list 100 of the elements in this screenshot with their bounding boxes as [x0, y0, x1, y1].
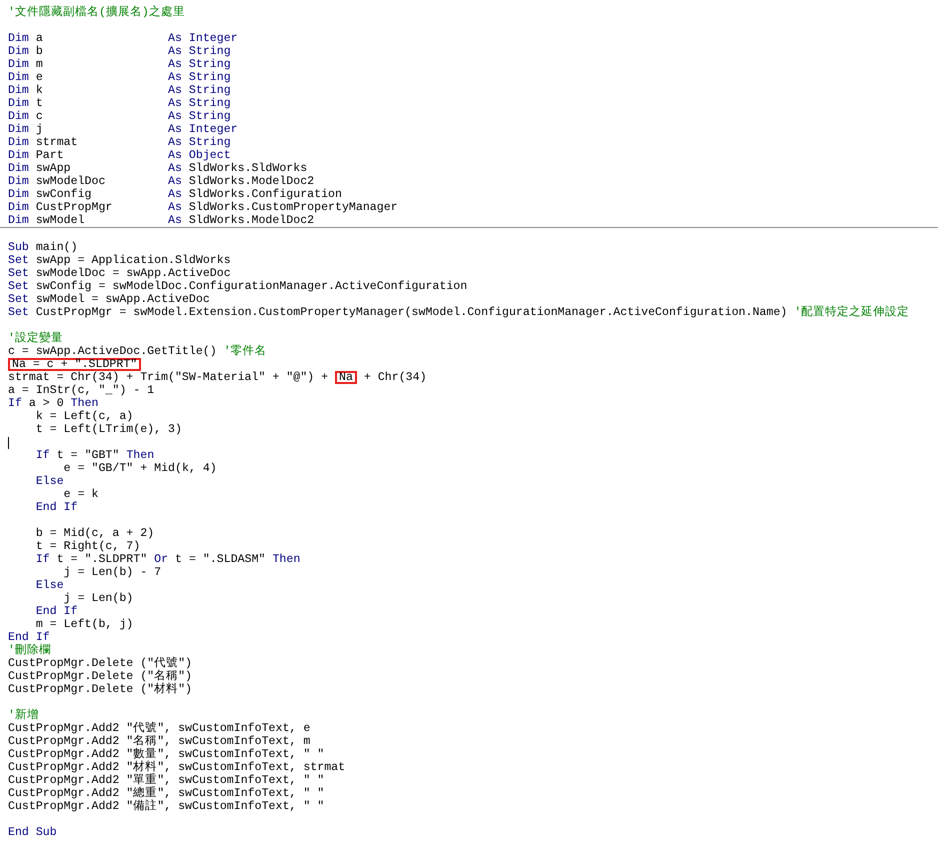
code-keyword: If [36, 449, 50, 462]
code-keyword: End Sub [8, 826, 57, 839]
code-text: swModel = swApp.ActiveDoc [36, 293, 210, 306]
code-comment: '設定變量 [8, 332, 63, 345]
code-text: t = "GBT" [56, 449, 120, 462]
code-keyword: Integer [188, 123, 238, 136]
code-keyword: Or [154, 553, 168, 566]
code-text: main() [36, 241, 78, 254]
code-text: a > 0 [28, 397, 64, 410]
code-text: SldWorks.ModelDoc2 [188, 175, 314, 188]
code-keyword: If [8, 397, 22, 410]
code-keyword: Then [272, 553, 300, 566]
code-keyword: Dim [8, 58, 29, 71]
highlighted-code: Na [335, 371, 357, 384]
code-keyword: Dim [8, 162, 29, 175]
code-keyword: Else [36, 475, 64, 488]
code-text: CustPropMgr.Delete ("材料") [8, 683, 192, 696]
code-text: CustPropMgr.Add2 "備註", swCustomInfoText, " " [8, 800, 324, 813]
code-keyword: Dim [8, 214, 29, 227]
code-text: t [36, 97, 43, 110]
code-keyword: String [188, 45, 231, 58]
code-keyword: String [188, 58, 231, 71]
code-keyword: Dim [8, 97, 29, 110]
code-text: strmat = Chr(34) + Trim("SW-Material" + "@") + [8, 371, 328, 384]
code-comment: '零件名 [224, 345, 267, 358]
code-text: m [36, 58, 43, 71]
code-text: t = Right(c, 7) [36, 540, 140, 553]
code-keyword: Dim [8, 45, 29, 58]
code-keyword: As [168, 71, 182, 84]
code-text: e = k [64, 488, 98, 501]
code-keyword: As [168, 123, 182, 136]
code-keyword: As [168, 188, 182, 201]
highlighted-code: Na = c + ".SLDPRT" [8, 358, 142, 371]
code-keyword: Dim [8, 71, 29, 84]
code-text: m = Left(b, j) [36, 618, 134, 631]
code-text: CustPropMgr.Delete ("名稱") [8, 670, 192, 683]
code-keyword: As [168, 162, 182, 175]
code-keyword: Dim [8, 175, 29, 188]
code-text: j = Len(b) - 7 [64, 566, 162, 579]
code-keyword: Integer [188, 32, 238, 45]
code-keyword: Dim [8, 32, 29, 45]
code-keyword: Set [8, 254, 29, 267]
code-text: CustPropMgr = swModel.Extension.CustomPropertyManager(swModel.ConfigurationManager.ActiveConfiguration.Name) [36, 306, 788, 319]
code-text: t = ".SLDPRT" [56, 553, 148, 566]
code-keyword: Set [8, 293, 29, 306]
code-keyword: As [168, 45, 182, 58]
code-text: t = Left(LTrim(e), 3) [36, 423, 182, 436]
code-text: k = Left(c, a) [36, 410, 134, 423]
code-text: swModel [36, 214, 85, 227]
code-keyword: String [188, 84, 231, 97]
code-keyword: As [168, 110, 182, 123]
code-keyword: As [168, 84, 182, 97]
code-keyword: Dim [8, 123, 29, 136]
code-text: e [36, 71, 43, 84]
code-keyword: String [188, 71, 231, 84]
code-keyword: Sub [8, 241, 29, 254]
code-text: swModelDoc = swApp.ActiveDoc [36, 267, 231, 280]
code-text: CustPropMgr.Add2 "代號", swCustomInfoText, e [8, 722, 310, 735]
code-text: c [36, 110, 43, 123]
code-text: + Chr(34) [364, 371, 427, 384]
code-text: a = InStr(c, "_") - 1 [8, 384, 154, 397]
code-text: CustPropMgr.Add2 "名稱", swCustomInfoText, m [8, 735, 310, 748]
code-keyword: As [168, 58, 182, 71]
code-keyword: As [168, 214, 182, 227]
code-text: CustPropMgr.Add2 "總重", swCustomInfoText, " " [8, 787, 324, 800]
code-text: b = Mid(c, a + 2) [36, 527, 154, 540]
code-text: j = Len(b) [64, 592, 134, 605]
code-comment: '新增 [8, 709, 39, 722]
code-keyword: Dim [8, 110, 29, 123]
code-text: swModelDoc [36, 175, 106, 188]
code-text: CustPropMgr.Add2 "數量", swCustomInfoText, " " [8, 748, 324, 761]
code-text: k [36, 84, 43, 97]
code-keyword: String [188, 110, 231, 123]
code-keyword: Set [8, 267, 29, 280]
code-keyword: Dim [8, 136, 29, 149]
code-keyword: As [168, 32, 182, 45]
code-keyword: Set [8, 306, 29, 319]
code-text: c = swApp.ActiveDoc.GetTitle() [8, 345, 217, 358]
code-text: strmat [36, 136, 78, 149]
code-keyword: End If [36, 501, 78, 514]
code-text: b [36, 45, 43, 58]
code-text: e = "GB/T" + Mid(k, 4) [64, 462, 217, 475]
code-keyword: String [188, 97, 231, 110]
code-comment: '文件隱藏副檔名(擴展名)之處里 [8, 6, 185, 19]
code-text: CustPropMgr.Delete ("代號") [8, 657, 192, 670]
code-keyword: End If [36, 605, 78, 618]
code-keyword: Dim [8, 201, 29, 214]
code-keyword: String [188, 136, 231, 149]
code-text: t = ".SLDASM" [175, 553, 266, 566]
code-text: SldWorks.Configuration [188, 188, 342, 201]
code-keyword: As [168, 201, 182, 214]
code-keyword: Object [188, 149, 231, 162]
code-text: SldWorks.SldWorks [188, 162, 308, 175]
code-text: SldWorks.ModelDoc2 [188, 214, 314, 227]
code-keyword: End If [8, 631, 50, 644]
code-text: CustPropMgr.Add2 "材料", swCustomInfoText, strmat [8, 761, 346, 774]
code-text: CustPropMgr [36, 201, 112, 214]
code-keyword: Dim [8, 84, 29, 97]
code-comment: '刪除欄 [8, 644, 51, 657]
code-text: swApp = Application.SldWorks [36, 254, 231, 267]
